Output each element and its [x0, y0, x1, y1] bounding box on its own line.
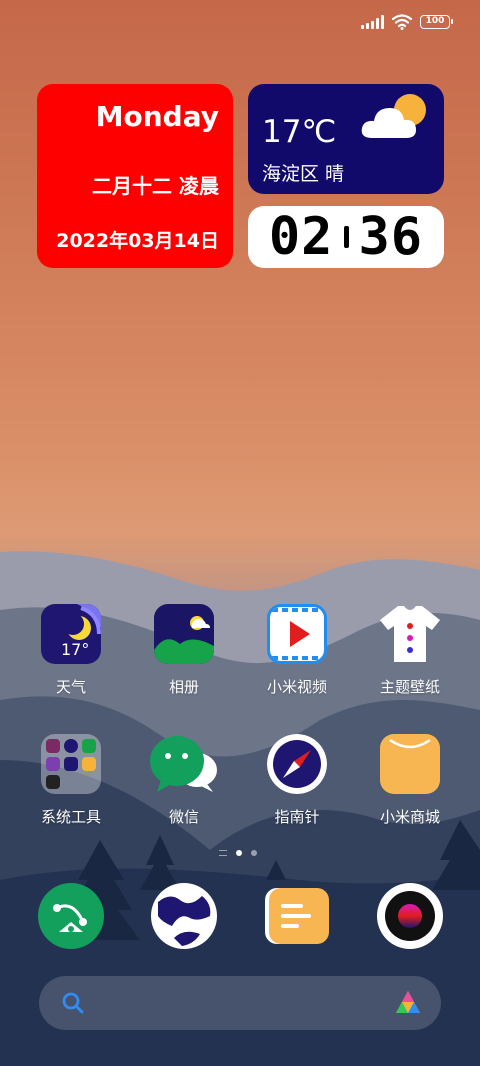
- battery-icon: 100: [420, 15, 453, 29]
- notes-icon[interactable]: [263, 882, 331, 950]
- app-label: 主题壁纸: [379, 678, 440, 696]
- app-themes[interactable]: 主题壁纸: [355, 604, 465, 697]
- app-label: 指南针: [274, 808, 320, 826]
- app-label: 微信: [168, 808, 199, 826]
- app-mi-video[interactable]: 小米视频: [242, 604, 352, 697]
- page-indicator[interactable]: [219, 850, 257, 856]
- app-label: 相册: [168, 678, 199, 696]
- app-wechat[interactable]: 微信: [129, 734, 239, 827]
- app-system-tools-folder[interactable]: 系统工具: [16, 734, 126, 827]
- theme-icon: [380, 604, 440, 664]
- compass-icon: [267, 734, 327, 794]
- app-label: 小米商城: [379, 808, 440, 826]
- page-dot-active[interactable]: [236, 850, 242, 856]
- app-compass[interactable]: 指南针: [242, 734, 352, 827]
- wifi-icon: [392, 14, 412, 30]
- app-mi-store[interactable]: 小米商城: [355, 734, 465, 827]
- weather-widget[interactable]: 17℃ 海淀区 晴: [248, 84, 444, 194]
- video-icon: [267, 604, 327, 664]
- lunar-date-label: 二月十二 凌晨: [92, 174, 219, 198]
- page-indicator-list[interactable]: [219, 850, 227, 856]
- search-bar[interactable]: [39, 976, 441, 1030]
- clock-hours: 02: [268, 207, 334, 267]
- folder-icon: [41, 734, 101, 794]
- weather-temperature: 17℃: [262, 114, 337, 150]
- battery-level: 100: [425, 16, 445, 26]
- browser-icon[interactable]: [150, 882, 218, 950]
- app-label: 天气: [55, 678, 86, 696]
- clock-widget[interactable]: 02 36: [248, 206, 444, 268]
- weather-app-temp: 17°: [61, 640, 90, 659]
- phone-icon[interactable]: [37, 882, 105, 950]
- page-dot[interactable]: [251, 850, 257, 856]
- app-vault-icon[interactable]: [393, 988, 423, 1018]
- app-label: 系统工具: [40, 808, 101, 826]
- wechat-icon: [149, 734, 219, 794]
- mi-store-icon: [380, 734, 440, 794]
- weather-location: 海淀区 晴: [262, 163, 345, 185]
- app-weather[interactable]: 17° 天气: [16, 604, 126, 697]
- app-gallery[interactable]: 相册: [129, 604, 239, 697]
- gallery-icon: [154, 604, 214, 664]
- weekday-label: Monday: [95, 100, 219, 133]
- clock-minutes: 36: [358, 207, 424, 267]
- search-icon: [62, 992, 84, 1014]
- full-date-label: 2022年03月14日: [56, 230, 219, 252]
- date-widget[interactable]: Monday 二月十二 凌晨 2022年03月14日: [37, 84, 233, 268]
- signal-icon: [361, 15, 384, 29]
- camera-icon[interactable]: [376, 882, 444, 950]
- clock-separator: [343, 226, 349, 248]
- partly-cloudy-icon: [361, 94, 426, 138]
- app-label: 小米视频: [266, 678, 327, 696]
- status-bar: 100: [361, 14, 453, 30]
- weather-icon: 17°: [41, 604, 101, 664]
